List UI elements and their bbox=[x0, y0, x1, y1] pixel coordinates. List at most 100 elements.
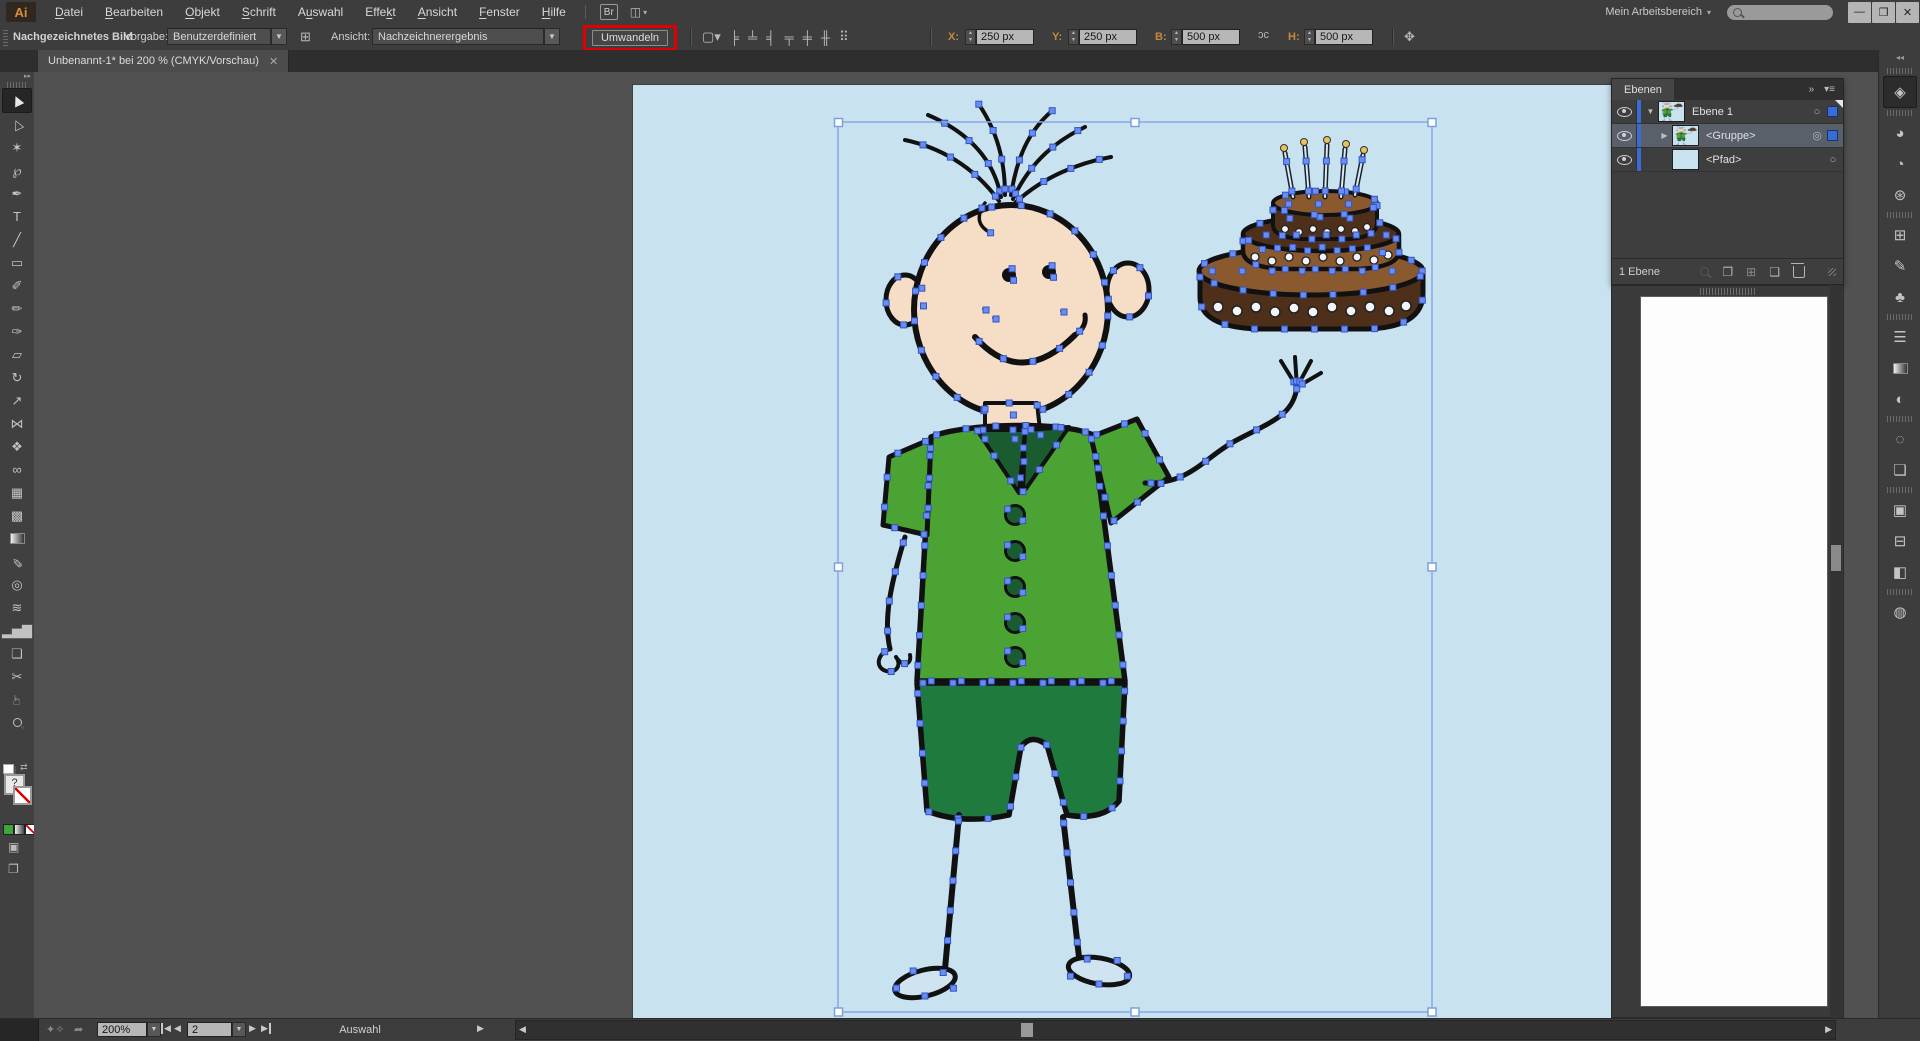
color-icon[interactable]: ◕ bbox=[1884, 118, 1916, 148]
selection-tool[interactable]: ▶ bbox=[2, 88, 32, 113]
layer-thumbnail[interactable] bbox=[1658, 101, 1685, 122]
selection-chip[interactable] bbox=[1827, 130, 1838, 141]
vertical-scrollbar[interactable] bbox=[1830, 285, 1842, 1018]
symbols-icon[interactable]: ♣ bbox=[1884, 282, 1916, 312]
horizontal-scrollbar[interactable]: ◀ ▶ bbox=[515, 1020, 1836, 1040]
visibility-toggle[interactable] bbox=[1612, 148, 1637, 171]
color-button[interactable] bbox=[3, 824, 14, 835]
menu-datei[interactable]: Datei bbox=[44, 0, 94, 24]
zoom-tool[interactable] bbox=[3, 711, 31, 734]
layer-name[interactable]: Ebene 1 bbox=[1692, 106, 1807, 118]
status-expand-icon[interactable]: ▶ bbox=[477, 1023, 484, 1034]
symbol-sprayer-tool[interactable]: ≋ bbox=[3, 596, 31, 619]
perspective-grid-tool[interactable]: ▦ bbox=[3, 481, 31, 504]
dock-group-grip[interactable] bbox=[1887, 212, 1913, 218]
convert-button[interactable]: Umwandeln bbox=[592, 30, 668, 46]
target-icon[interactable]: ○ bbox=[1823, 154, 1843, 166]
shape-builder-tool[interactable]: ∞ bbox=[3, 458, 31, 481]
expand-arrow-icon[interactable]: ▼ bbox=[1643, 107, 1658, 116]
make-clipping-mask-icon[interactable]: ❐ bbox=[1722, 265, 1733, 279]
x-field[interactable]: 250 px bbox=[976, 29, 1034, 45]
swatches-icon[interactable]: ⊞ bbox=[1884, 220, 1916, 250]
transform-icon[interactable]: ✥ bbox=[1404, 29, 1415, 45]
align-right-icon[interactable]: ╡ bbox=[766, 30, 775, 45]
type-tool[interactable]: T bbox=[3, 205, 31, 228]
zoom-level-field[interactable]: 200% bbox=[97, 1022, 147, 1037]
scale-tool[interactable]: ↗ bbox=[3, 389, 31, 412]
layer-name[interactable]: <Pfad> bbox=[1706, 154, 1823, 166]
dock-group-grip[interactable] bbox=[1887, 68, 1913, 74]
pasteboard[interactable] bbox=[34, 72, 1878, 1018]
menu-fenster[interactable]: Fenster bbox=[468, 0, 531, 24]
first-artboard-button[interactable]: ◀ bbox=[161, 1023, 171, 1034]
hand-tool[interactable]: ☞ bbox=[3, 688, 31, 711]
layer-row-2[interactable]: ▶<Gruppe>◎ bbox=[1612, 124, 1843, 148]
arrange-documents-icon[interactable]: ◫▾ bbox=[630, 5, 647, 19]
lasso-tool[interactable]: ℘ bbox=[3, 159, 31, 182]
minimize-button[interactable]: — bbox=[1848, 2, 1871, 23]
rectangle-tool[interactable]: ▭ bbox=[3, 251, 31, 274]
distribute-icon[interactable]: ⠿ bbox=[839, 29, 849, 45]
menu-hilfe[interactable]: Hilfe bbox=[531, 0, 577, 24]
stroke-swatch-none[interactable] bbox=[13, 786, 32, 805]
preset-select[interactable]: Benutzerdefiniert bbox=[167, 28, 271, 45]
new-layer-icon[interactable]: ❑ bbox=[1769, 265, 1780, 279]
screen-mode-icon[interactable]: ❐ bbox=[8, 862, 19, 876]
panel-menu-icon[interactable]: ▾≡ bbox=[1824, 84, 1835, 95]
gradient-tool[interactable] bbox=[3, 527, 31, 550]
dock-group-grip[interactable] bbox=[1887, 487, 1913, 493]
color-guide-icon[interactable]: ◔ bbox=[1884, 149, 1916, 179]
dock-group-grip[interactable] bbox=[1887, 589, 1913, 595]
artboard-tool[interactable]: ❏ bbox=[3, 642, 31, 665]
navigator-icon[interactable]: ◍ bbox=[1884, 597, 1916, 627]
free-transform-tool[interactable]: ❖ bbox=[3, 435, 31, 458]
locate-object-icon[interactable] bbox=[1700, 267, 1709, 276]
layer-name[interactable]: <Gruppe> bbox=[1706, 130, 1807, 142]
panel-drag-handle[interactable] bbox=[1700, 288, 1756, 295]
gradient-button[interactable] bbox=[14, 824, 25, 835]
bridge-button[interactable]: Br bbox=[600, 4, 618, 20]
pathfinder-icon[interactable]: ◧ bbox=[1884, 557, 1916, 587]
pen-tool[interactable]: ✒ bbox=[3, 182, 31, 205]
y-stepper[interactable]: ▲▼ bbox=[1068, 29, 1079, 45]
link-dimensions-icon[interactable]: ɔc bbox=[1258, 29, 1269, 41]
align-bottom-icon[interactable]: ╫ bbox=[821, 30, 830, 45]
slice-tool[interactable]: ✂ bbox=[3, 665, 31, 688]
export-icon[interactable]: ➦ bbox=[74, 1023, 83, 1036]
visibility-toggle[interactable] bbox=[1612, 100, 1637, 123]
view-select[interactable]: Nachzeichnerergebnis bbox=[372, 28, 544, 45]
scroll-right-icon[interactable]: ▶ bbox=[1825, 1024, 1832, 1035]
toolbar-collapse-icon[interactable]: ▸▸ bbox=[0, 72, 34, 82]
traced-image-canvas[interactable] bbox=[633, 85, 1635, 1018]
menu-schrift[interactable]: Schrift bbox=[231, 0, 287, 24]
rotate-tool[interactable]: ↻ bbox=[3, 366, 31, 389]
stroke-icon[interactable]: ☰ bbox=[1884, 322, 1916, 352]
x-stepper[interactable]: ▲▼ bbox=[965, 29, 976, 45]
layers-icon[interactable]: ◈ bbox=[1883, 76, 1917, 108]
visibility-toggle[interactable] bbox=[1612, 124, 1637, 147]
document-tab[interactable]: Unbenannt-1* bei 200 % (CMYK/Vorschau) ✕ bbox=[38, 50, 289, 72]
artboard-dropdown[interactable]: ▼ bbox=[232, 1022, 246, 1037]
close-button[interactable]: ✕ bbox=[1896, 2, 1919, 23]
zoom-level-dropdown[interactable]: ▼ bbox=[147, 1022, 161, 1037]
y-field[interactable]: 250 px bbox=[1079, 29, 1137, 45]
appearance-icon[interactable]: ◌ bbox=[1884, 424, 1916, 454]
align-left-icon[interactable]: ╞ bbox=[730, 30, 739, 45]
blob-brush-tool[interactable]: ✑ bbox=[3, 320, 31, 343]
eyedropper-tool[interactable]: ✎ bbox=[3, 550, 31, 573]
gradient-icon[interactable] bbox=[1884, 353, 1916, 383]
pencil-tool[interactable]: ✏ bbox=[3, 297, 31, 320]
dock-group-grip[interactable] bbox=[1887, 416, 1913, 422]
align-to-selection-icon[interactable]: ▢▾ bbox=[702, 29, 721, 45]
column-graph-tool[interactable]: ▂▅▇ bbox=[3, 619, 31, 642]
previous-artboard-button[interactable]: ◀ bbox=[174, 1023, 181, 1034]
dock-expand-icon[interactable]: ◂◂ bbox=[1879, 50, 1920, 66]
dock-group-grip[interactable] bbox=[1887, 110, 1913, 116]
target-icon[interactable]: ◎ bbox=[1807, 129, 1827, 142]
layer-row-1[interactable]: ▼ Ebene 1○ bbox=[1612, 100, 1843, 124]
panel-grip[interactable] bbox=[3, 28, 8, 46]
target-icon[interactable]: ○ bbox=[1807, 106, 1827, 118]
panel-collapse-icon[interactable]: » bbox=[1809, 84, 1815, 95]
width-stepper[interactable]: ▲▼ bbox=[1171, 29, 1182, 45]
align-middle-vertical-icon[interactable]: ╪ bbox=[803, 30, 812, 45]
